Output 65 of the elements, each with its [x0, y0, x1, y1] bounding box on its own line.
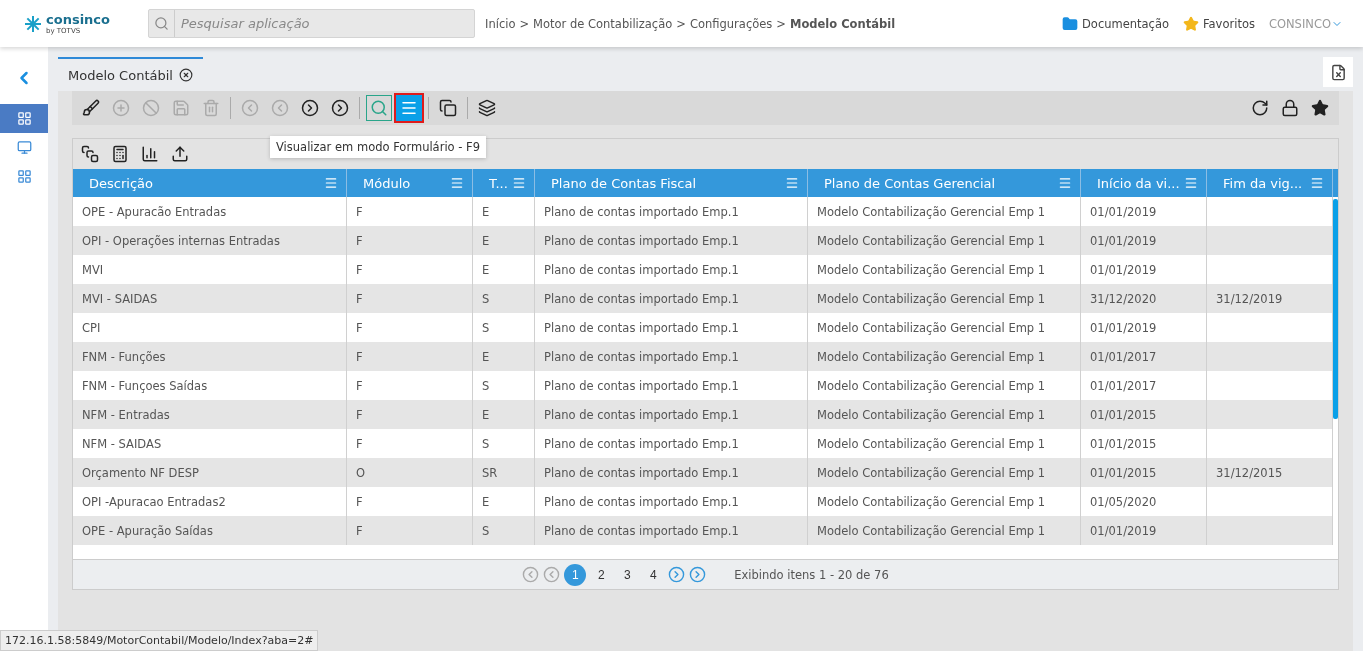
star-icon	[1311, 99, 1329, 117]
upload-icon	[171, 145, 189, 163]
list-icon	[400, 99, 418, 117]
grid-icon	[16, 169, 32, 184]
chart-icon	[141, 145, 159, 163]
menu-icon	[1184, 176, 1198, 190]
breadcrumb-item: Modelo Contábil	[789, 16, 896, 31]
page-button[interactable]: 3	[616, 563, 639, 586]
column-title: T...	[489, 175, 508, 191]
column-title: Fim da vig...	[1223, 175, 1303, 191]
sidebar-item[interactable]	[0, 104, 48, 133]
logo-icon	[24, 14, 42, 33]
next-icon	[301, 99, 319, 117]
close-tabs-button[interactable]	[1323, 57, 1353, 87]
previous-icon	[543, 566, 561, 583]
breadcrumb-separator: >	[676, 16, 686, 31]
copy-icon	[439, 99, 457, 117]
menu-icon	[1310, 176, 1324, 190]
search-icon	[370, 99, 388, 117]
columns-icon	[81, 145, 99, 163]
menu-icon	[450, 176, 464, 190]
search-field[interactable]: Pesquisar aplicação	[148, 9, 475, 38]
breadcrumb-separator: >	[519, 16, 530, 31]
breadcrumb-item[interactable]: Início	[485, 16, 516, 31]
lock-icon	[1281, 99, 1299, 117]
menu-icon	[1058, 176, 1072, 190]
layers-icon	[478, 99, 496, 117]
monitor-icon	[16, 140, 32, 155]
trash-icon	[202, 99, 220, 117]
pager-summary: Exibindo itens 1 - 20 de 76	[734, 567, 889, 582]
column-title: Plano de Contas Fiscal	[551, 175, 696, 191]
next-icon	[668, 566, 686, 583]
menu-icon	[324, 176, 338, 190]
grid-icon	[16, 111, 32, 126]
refresh-icon	[1251, 99, 1269, 117]
status-bar: 172.16.1.58:5849/MotorContabil/Modelo/Index?aba=2#	[0, 630, 319, 651]
add-icon	[112, 99, 130, 117]
column-title: Plano de Contas Gerencial	[824, 175, 996, 191]
favorites-link[interactable]: Favoritos	[1183, 15, 1255, 32]
search-input[interactable]: Pesquisar aplicação	[175, 15, 465, 32]
save-icon	[172, 99, 190, 117]
list-button[interactable]	[396, 95, 422, 121]
menu-icon	[512, 176, 526, 190]
logo-text: consinco	[46, 12, 110, 27]
column-title: Módulo	[363, 175, 411, 191]
close-document-icon	[1329, 63, 1347, 81]
page-button[interactable]: 4	[642, 563, 665, 586]
brush-icon	[82, 99, 100, 117]
star-icon	[1183, 15, 1199, 32]
cancel-icon	[142, 99, 160, 117]
close-icon	[178, 68, 193, 82]
scrollbar[interactable]	[1333, 199, 1338, 419]
previous-icon	[271, 99, 289, 117]
documentation-link[interactable]: Documentação	[1062, 15, 1169, 32]
calculator-icon	[111, 145, 129, 163]
breadcrumb-item[interactable]: Configurações	[689, 16, 773, 31]
search-icon	[154, 16, 169, 31]
breadcrumb-separator: >	[776, 16, 786, 31]
column-title: Início da vi...	[1097, 175, 1180, 191]
folder-icon	[1062, 15, 1078, 32]
column-title: Descrição	[89, 175, 153, 191]
breadcrumb-item[interactable]: Motor de Contabilização	[533, 16, 673, 31]
page-button[interactable]: 2	[590, 563, 613, 586]
tooltip: Visualizar em modo Formulário - F9	[270, 136, 486, 158]
menu-icon	[785, 176, 799, 190]
